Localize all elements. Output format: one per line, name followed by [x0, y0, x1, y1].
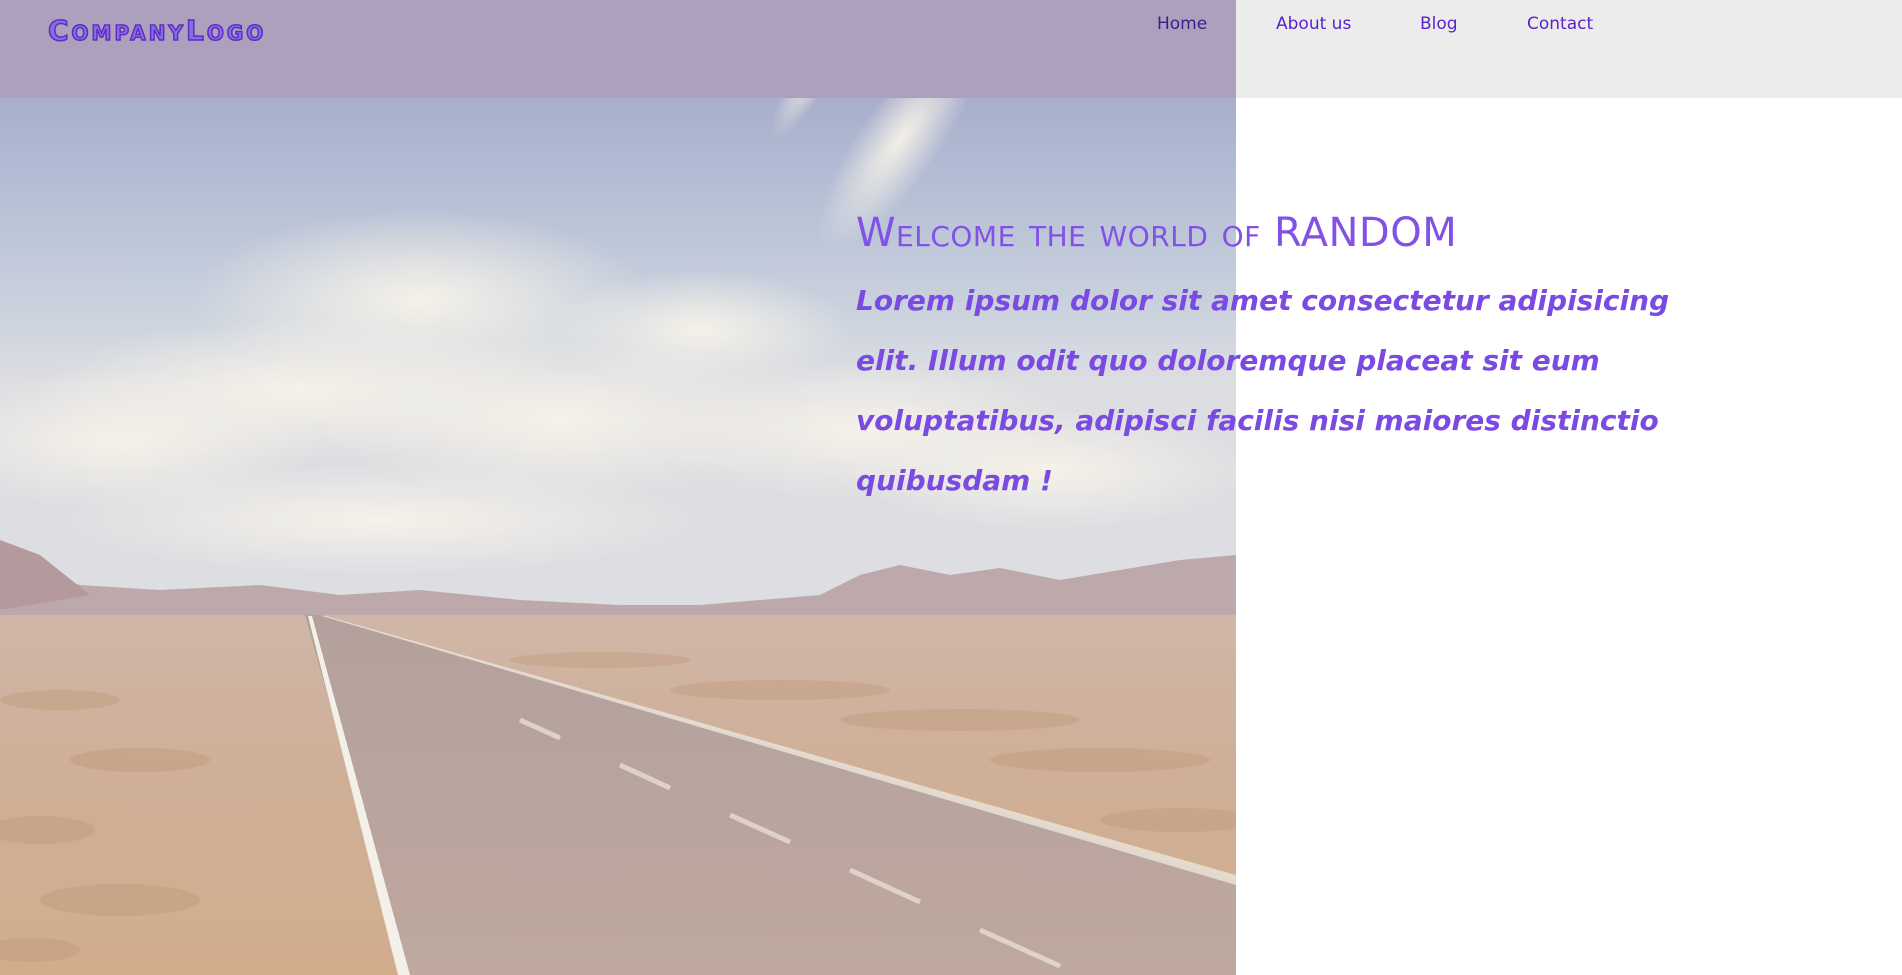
- nav-link-about[interactable]: About us: [1276, 14, 1351, 34]
- company-logo[interactable]: CompanyLogo: [47, 13, 266, 48]
- nav-link-home[interactable]: Home: [1157, 14, 1207, 34]
- site-header: CompanyLogo Home About us Blog Contact: [0, 0, 1902, 98]
- page: CompanyLogo Home About us Blog Contact W…: [0, 0, 1902, 975]
- hero-paragraph: Lorem ipsum dolor sit amet consectetur a…: [856, 284, 1670, 497]
- hero-text-block: Welcome the world of RANDOM Lorem ipsum …: [856, 205, 1686, 511]
- nav-link-contact[interactable]: Contact: [1527, 14, 1593, 34]
- nav-link-blog[interactable]: Blog: [1420, 14, 1458, 34]
- hero-title: Welcome the world of RANDOM: [856, 210, 1458, 256]
